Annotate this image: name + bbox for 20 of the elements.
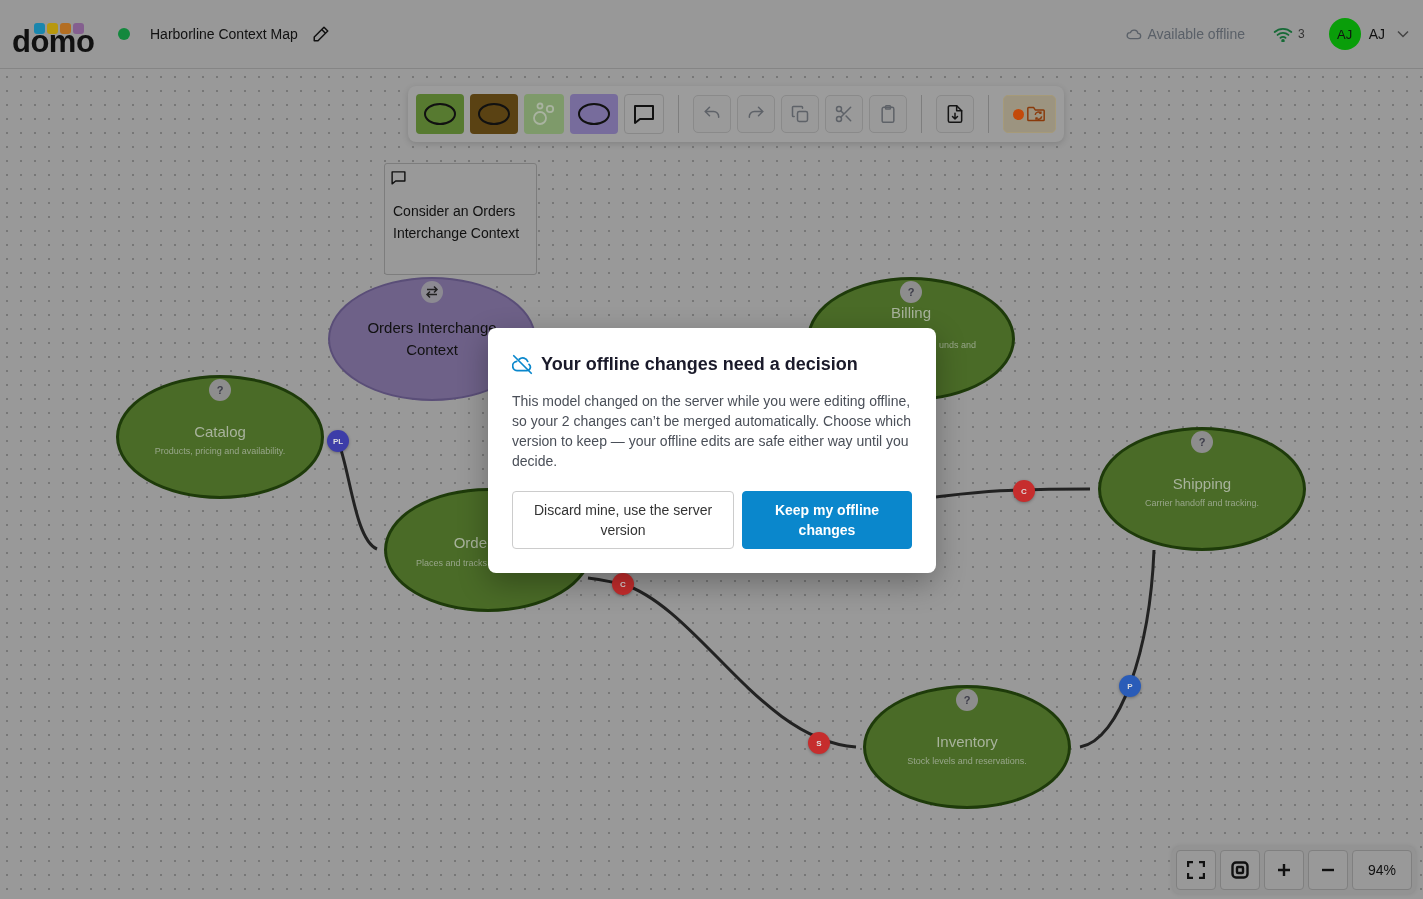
avatar: AJ — [1328, 18, 1361, 50]
node-description: Products, pricing and availability. — [154, 445, 286, 458]
node-description: Places and tracks — [414, 557, 487, 570]
offline-label: Available offline — [1147, 26, 1245, 42]
node-description: unds and — [939, 339, 977, 352]
dialog-message: This model changed on the server while you were editing offline, so your 2 changes can’t be merged automatically. Choose which version to keep — your offline edits are safe either way until you decide. — [512, 392, 912, 471]
node-description: Stock levels and reservations. — [907, 755, 1027, 768]
dialog-title: Your offline changes need a decision — [541, 354, 858, 375]
note-text: Consider an Orders Interchange Context — [393, 202, 521, 243]
node-title: Shipping — [1172, 475, 1232, 493]
map-title: Harborline Context Map — [150, 26, 298, 42]
node-title: Orde — [452, 534, 487, 552]
node-title: Billing — [890, 304, 932, 322]
node-title: Orders Interchange Context — [366, 318, 498, 360]
logo-wordmark: domo — [12, 27, 95, 57]
peer-count: 3 — [1297, 27, 1305, 41]
user-name: AJ — [1368, 26, 1385, 42]
node-title: Inventory — [936, 733, 998, 751]
node-title: Catalog — [194, 423, 246, 441]
node-description: Carrier handoff and tracking. — [1145, 497, 1259, 510]
